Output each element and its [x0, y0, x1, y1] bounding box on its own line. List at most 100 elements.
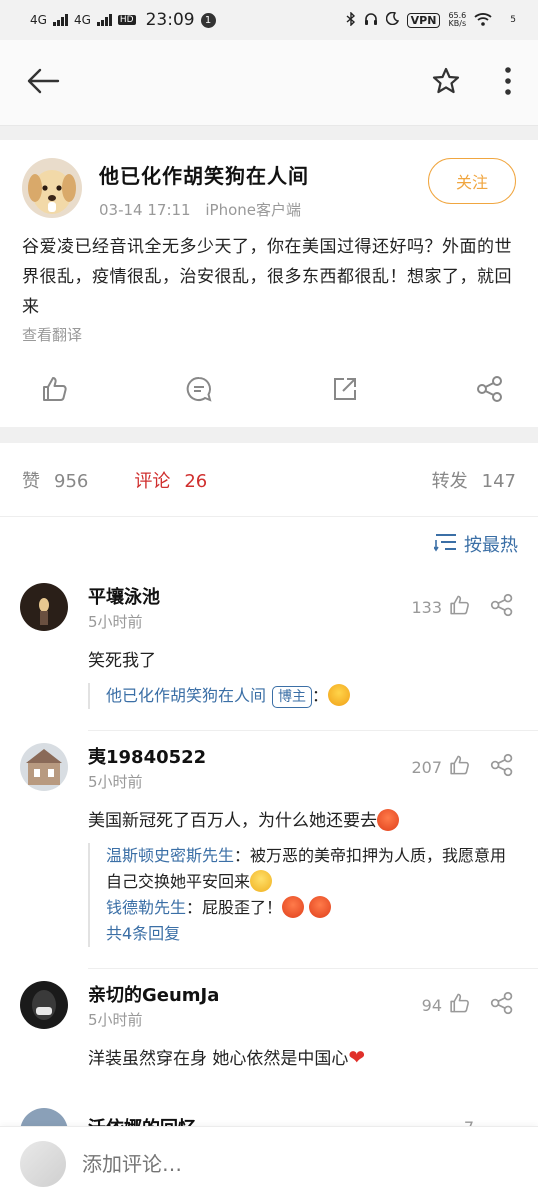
translate-link[interactable]: 查看翻译: [22, 324, 516, 345]
laughing-emoji-icon: [328, 684, 351, 706]
network-speed-unit: KB/s: [448, 19, 467, 28]
sort-icon: [433, 532, 464, 557]
comment-icon[interactable]: [185, 375, 213, 403]
comment-share-icon[interactable]: [490, 593, 514, 621]
comment-item: 夷19840522 5小时前 美国新冠死了百万人，为什么她还要去 温斯顿史密斯先…: [0, 731, 538, 947]
comment-actions: 207: [411, 753, 514, 781]
reply-author[interactable]: 温斯顿史密斯先生: [106, 846, 234, 865]
comment-like-icon[interactable]: [448, 594, 470, 620]
author-name[interactable]: 他已化作胡笑狗在人间: [99, 160, 428, 189]
angry-emoji-icon: [282, 896, 305, 918]
status-right: VPN 65.6 KB/s 5: [346, 10, 516, 29]
comment-item-partial: 沃依娜的回忆 7: [0, 1108, 538, 1128]
comment-text-content: 美国新冠死了百万人，为什么她还要去: [88, 811, 377, 831]
comment-separator: [88, 947, 538, 969]
comment-like-icon[interactable]: [448, 754, 470, 780]
signal-icon-2: [96, 14, 112, 26]
comment-text: 洋装虽然穿在身 她心依然是中国心❤: [88, 1044, 518, 1069]
reply-text: ：屁股歪了！: [186, 898, 283, 917]
tab-likes-count: 956: [54, 470, 89, 492]
comment-share-icon[interactable]: [490, 991, 514, 1019]
star-favorite-icon[interactable]: [432, 67, 460, 99]
reply-author[interactable]: 他已化作胡笑狗在人间: [106, 686, 266, 705]
tab-comments-count: 26: [184, 470, 208, 492]
post-tabs: 赞 956 评论 26 转发 147: [0, 443, 538, 517]
bluetooth-icon: [346, 10, 356, 29]
commenter-avatar[interactable]: [20, 743, 68, 791]
hd-icon: HD: [117, 15, 136, 25]
reply-line: 温斯顿史密斯先生：被万恶的美帝扣押为人质，我愿意用自己交换她平安回来: [106, 843, 518, 895]
moon-icon: [385, 11, 399, 28]
post-meta: 他已化作胡笑狗在人间 03-14 17:11 iPhone客户端: [99, 158, 428, 220]
angry-emoji-icon: [309, 896, 332, 918]
post-text: 谷爱凌已经音讯全无多少天了，你在美国过得还好吗？外面的世界很乱，疫情很乱，治安很…: [22, 237, 512, 317]
like-icon[interactable]: [40, 375, 68, 403]
comment-like-count: 133: [411, 597, 442, 617]
reply-preview[interactable]: 温斯顿史密斯先生：被万恶的美帝扣押为人质，我愿意用自己交换她平安回来 钱德勒先生…: [88, 843, 518, 947]
status-left: 4G 4G HD 23:09 1: [30, 10, 216, 30]
tab-likes[interactable]: 赞 956: [22, 467, 88, 493]
comment-share-icon[interactable]: [490, 753, 514, 781]
tab-comments[interactable]: 评论 26: [134, 467, 207, 493]
comment-actions: 94: [422, 991, 514, 1019]
tab-reposts-label: 转发: [431, 470, 468, 492]
network-type-2: 4G: [73, 13, 91, 27]
comment-text-content: 洋装虽然穿在身 她心依然是中国心: [88, 1049, 349, 1069]
more-replies-link[interactable]: 共4条回复: [106, 921, 518, 947]
reply-colon: ：: [312, 686, 329, 705]
section-divider: [0, 126, 538, 140]
blogger-badge: 博主: [272, 686, 313, 708]
tab-reposts[interactable]: 转发 147: [432, 467, 516, 493]
comment-like-count: 207: [411, 757, 442, 777]
top-nav-bar: [0, 40, 538, 126]
commenter-avatar[interactable]: [20, 583, 68, 631]
network-type-1: 4G: [30, 13, 47, 27]
comment-item: 平壤泳池 5小时前 笑死我了 他已化作胡笑狗在人间 博主： 133: [0, 571, 538, 709]
post-action-row: [22, 345, 516, 427]
tab-reposts-count: 147: [481, 470, 516, 492]
signal-icon: [52, 14, 68, 26]
post-card: 他已化作胡笑狗在人间 03-14 17:11 iPhone客户端 关注 谷爱凌已…: [0, 140, 538, 427]
headphones-icon: [364, 12, 378, 29]
follow-button[interactable]: 关注: [428, 158, 516, 204]
angry-emoji-icon: [377, 809, 399, 831]
battery-indicator: 5: [510, 15, 516, 25]
comment-item: 亲切的GeumJa 5小时前 洋装虽然穿在身 她心依然是中国心❤ 94: [0, 969, 538, 1069]
post-source: iPhone客户端: [205, 201, 302, 219]
repost-icon[interactable]: [331, 375, 359, 403]
commenter-avatar[interactable]: [20, 1108, 68, 1128]
current-user-avatar: [20, 1140, 66, 1187]
tab-comments-label: 评论: [134, 470, 171, 492]
status-bar: 4G 4G HD 23:09 1 VPN 65.6 KB/s 5: [0, 0, 538, 40]
vpn-badge: VPN: [406, 12, 441, 28]
reply-preview[interactable]: 他已化作胡笑狗在人间 博主：: [88, 683, 518, 709]
comment-input[interactable]: [82, 1151, 442, 1176]
reply-author[interactable]: 钱德勒先生: [106, 898, 186, 917]
comment-separator: [88, 709, 538, 731]
status-time: 23:09: [145, 10, 195, 30]
comment-like-count: 94: [421, 995, 442, 1015]
section-divider-2: [0, 427, 538, 443]
back-arrow-icon[interactable]: [26, 67, 60, 99]
comment-text: 美国新冠死了百万人，为什么她还要去: [88, 806, 518, 831]
more-options-icon[interactable]: [504, 66, 512, 100]
sort-label: 按最热: [464, 535, 518, 556]
sort-control[interactable]: 按最热: [0, 517, 538, 571]
heart-emoji-icon: ❤: [348, 1045, 366, 1069]
share-icon[interactable]: [476, 375, 504, 403]
comment-actions: 133: [411, 593, 514, 621]
wifi-icon: [474, 12, 492, 29]
network-speed: 65.6 KB/s: [448, 12, 466, 28]
crying-emoji-icon: [250, 870, 273, 892]
commenter-avatar[interactable]: [20, 981, 68, 1029]
post-header: 他已化作胡笑狗在人间 03-14 17:11 iPhone客户端 关注: [22, 158, 516, 220]
author-avatar[interactable]: [22, 158, 82, 218]
post-date: 03-14 17:11: [99, 201, 191, 219]
reply-line: 钱德勒先生：屁股歪了！: [106, 895, 518, 921]
notification-badge: 1: [200, 12, 216, 28]
comment-input-bar: [0, 1126, 538, 1200]
tab-likes-label: 赞: [22, 470, 40, 492]
comment-text: 笑死我了: [88, 651, 156, 671]
comment-like-icon[interactable]: [448, 992, 470, 1018]
post-meta-line: 03-14 17:11 iPhone客户端: [99, 199, 428, 220]
